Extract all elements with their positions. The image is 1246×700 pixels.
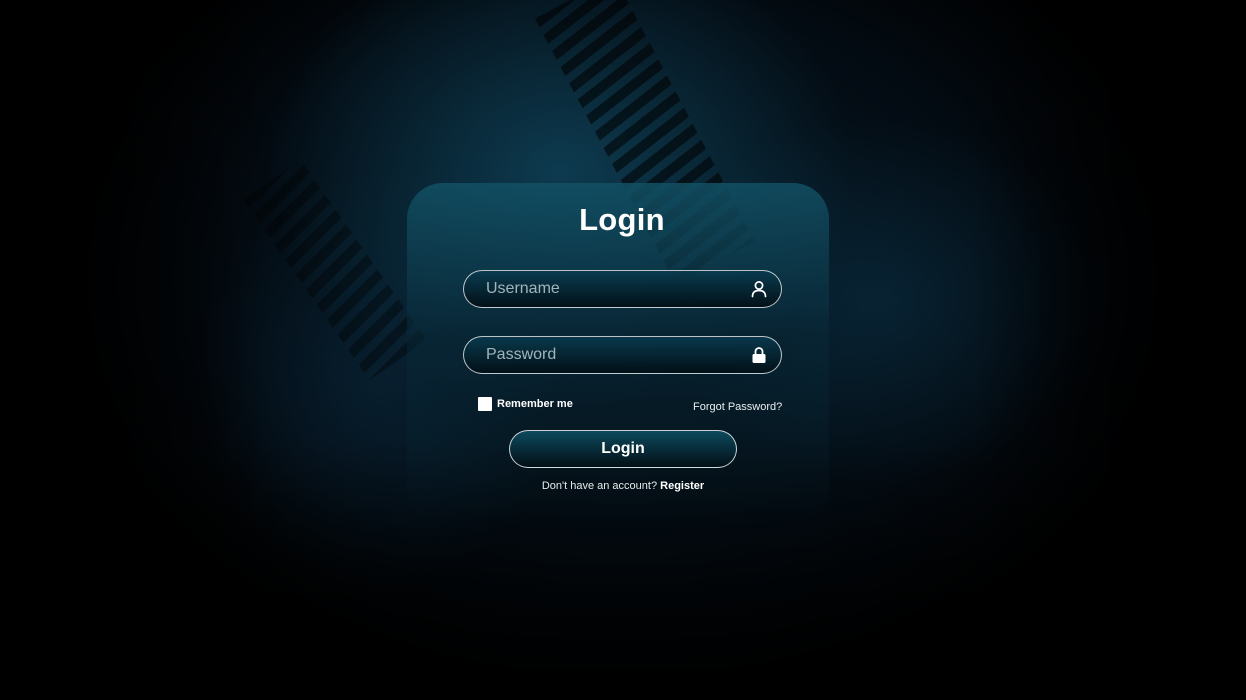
- page-title: Login: [579, 202, 665, 237]
- forgot-password-link[interactable]: Forgot Password?: [693, 401, 782, 413]
- password-input[interactable]: [486, 346, 749, 364]
- remember-checkbox[interactable]: [478, 397, 492, 411]
- remember-me[interactable]: Remember me: [478, 397, 573, 411]
- register-prompt: Don't have an account? Register: [407, 480, 839, 492]
- lock-icon: [749, 345, 769, 365]
- username-field[interactable]: [463, 270, 782, 308]
- register-link[interactable]: Register: [660, 480, 704, 492]
- login-button[interactable]: Login: [509, 430, 737, 468]
- user-icon: [749, 279, 769, 299]
- remember-label: Remember me: [497, 398, 573, 410]
- password-field[interactable]: [463, 336, 782, 374]
- username-input[interactable]: [486, 280, 749, 298]
- register-prompt-text: Don't have an account?: [541, 480, 658, 492]
